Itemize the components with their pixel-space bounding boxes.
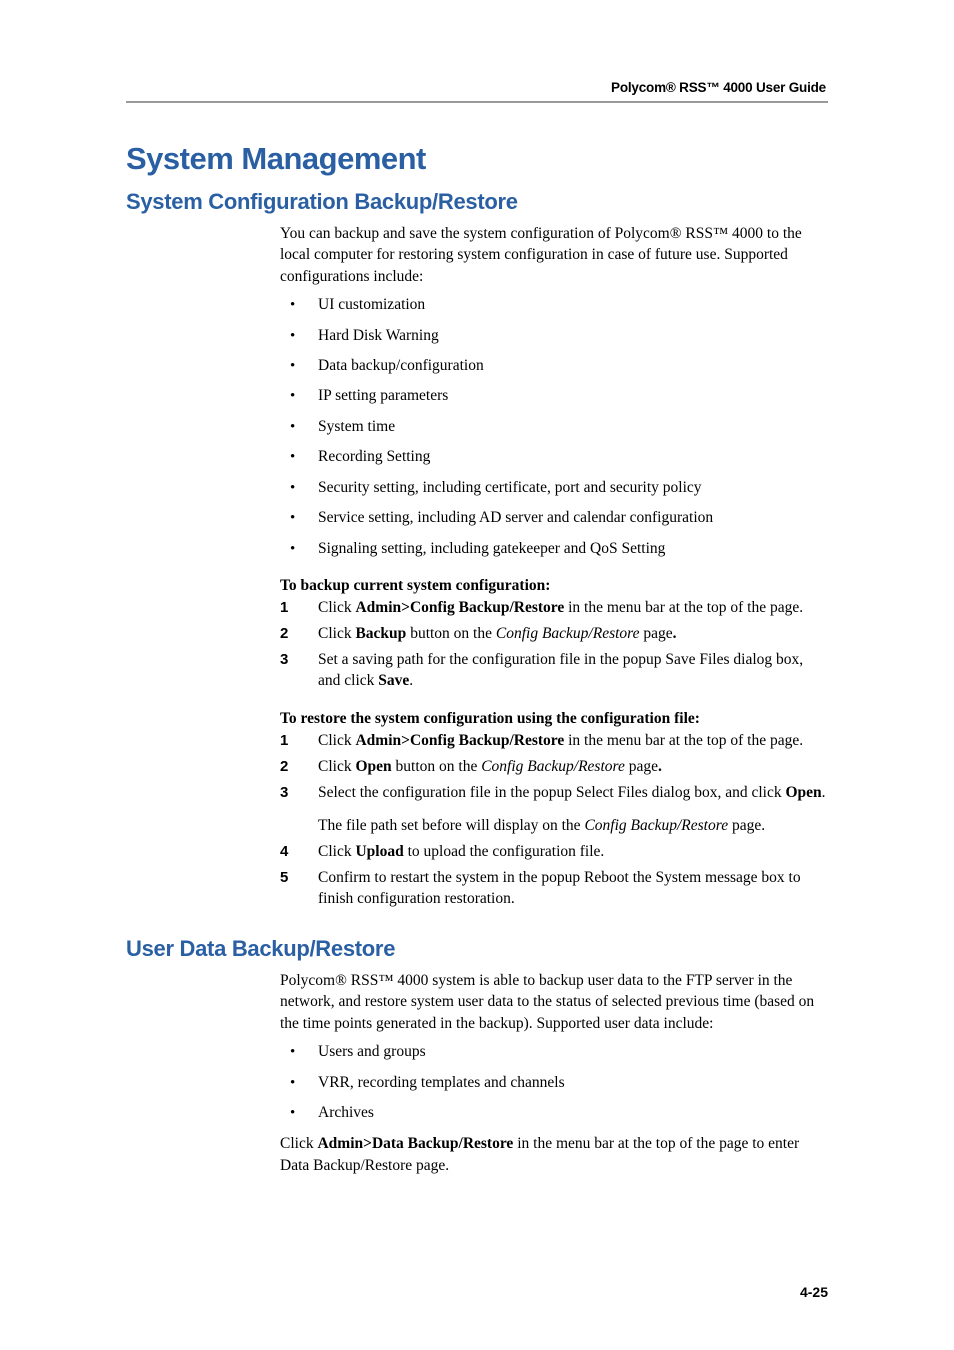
list-item: VRR, recording templates and channels <box>280 1073 828 1094</box>
backup-steps: 1Click Admin>Config Backup/Restore in th… <box>280 597 828 692</box>
page-number: 4-25 <box>800 1284 828 1300</box>
list-item: System time <box>280 417 828 438</box>
list-item: UI customization <box>280 295 828 316</box>
step-item: 3Select the configuration file in the po… <box>280 782 828 804</box>
step-item: 5Confirm to restart the system in the po… <box>280 867 828 910</box>
list-item: Signaling setting, including gatekeeper … <box>280 539 828 560</box>
step-item: 2Click Open button on the Config Backup/… <box>280 756 828 778</box>
restore-steps: 1Click Admin>Config Backup/Restore in th… <box>280 730 828 803</box>
step-item: 4Click Upload to upload the configuratio… <box>280 841 828 863</box>
list-item: IP setting parameters <box>280 386 828 407</box>
step-item: 2Click Backup button on the Config Backu… <box>280 623 828 645</box>
list-item: Recording Setting <box>280 447 828 468</box>
procedure-heading-backup: To backup current system configuration: <box>280 577 828 595</box>
step-item: 1Click Admin>Config Backup/Restore in th… <box>280 597 828 619</box>
list-item: Service setting, including AD server and… <box>280 508 828 529</box>
page-header-title: Polycom® RSS™ 4000 User Guide <box>126 80 828 95</box>
list-item: Users and groups <box>280 1042 828 1063</box>
userdata-bullet-list: Users and groups VRR, recording template… <box>280 1042 828 1124</box>
heading-system-management: System Management <box>126 141 828 177</box>
intro-paragraph: You can backup and save the system confi… <box>280 223 828 287</box>
config-bullet-list: UI customization Hard Disk Warning Data … <box>280 295 828 559</box>
closing-paragraph: Click Admin>Data Backup/Restore in the m… <box>280 1133 828 1176</box>
heading-user-data-backup: User Data Backup/Restore <box>126 936 828 962</box>
header-divider <box>126 101 828 103</box>
restore-steps-cont: 4Click Upload to upload the configuratio… <box>280 841 828 910</box>
procedure-heading-restore: To restore the system configuration usin… <box>280 710 828 728</box>
list-item: Security setting, including certificate,… <box>280 478 828 499</box>
list-item: Archives <box>280 1103 828 1124</box>
list-item: Data backup/configuration <box>280 356 828 377</box>
heading-system-config-backup: System Configuration Backup/Restore <box>126 189 828 215</box>
intro-paragraph-2: Polycom® RSS™ 4000 system is able to bac… <box>280 970 828 1034</box>
step-item: 1Click Admin>Config Backup/Restore in th… <box>280 730 828 752</box>
step-item: 3Set a saving path for the configuration… <box>280 649 828 692</box>
list-item: Hard Disk Warning <box>280 326 828 347</box>
step-note: The file path set before will display on… <box>318 815 828 837</box>
